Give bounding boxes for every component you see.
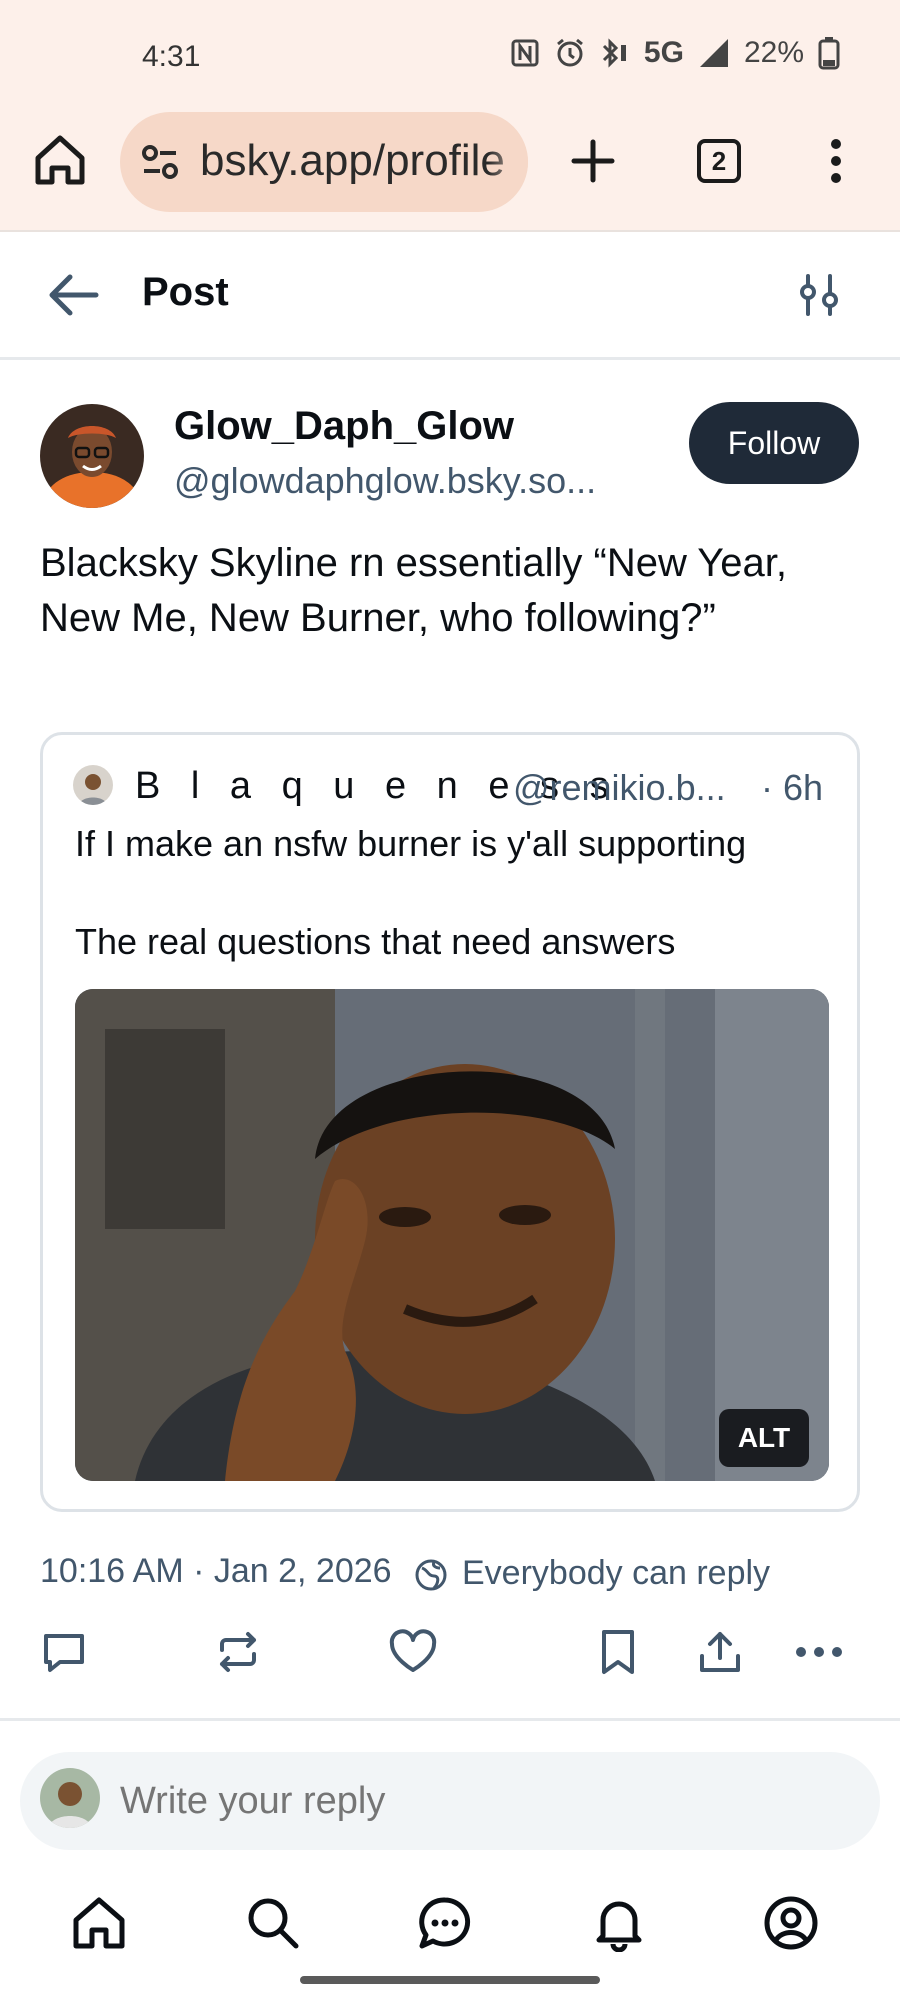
battery-label: 22% bbox=[743, 36, 804, 69]
thread-settings-icon[interactable] bbox=[796, 272, 842, 318]
network-label: 5G bbox=[643, 36, 684, 69]
page-title: Post bbox=[142, 270, 229, 314]
quote-author-avatar bbox=[73, 765, 113, 805]
author-avatar[interactable] bbox=[40, 404, 144, 508]
battery-icon bbox=[818, 37, 840, 70]
alarm-icon bbox=[556, 38, 583, 67]
more-icon[interactable] bbox=[794, 1628, 844, 1676]
nfc-icon bbox=[511, 39, 539, 67]
alt-text-badge[interactable]: ALT bbox=[719, 1409, 809, 1467]
new-tab-icon[interactable] bbox=[570, 138, 616, 184]
notifications-icon[interactable] bbox=[590, 1894, 648, 1952]
follow-button[interactable]: Follow bbox=[689, 402, 859, 484]
home-icon[interactable] bbox=[70, 1894, 128, 1952]
url-text: bsky.app/profile bbox=[200, 136, 505, 185]
site-settings-icon[interactable] bbox=[140, 142, 180, 182]
quote-author-handle: @remikio.b... bbox=[513, 767, 726, 808]
back-arrow-icon[interactable] bbox=[46, 272, 100, 318]
tab-switcher-button[interactable]: 2 bbox=[697, 139, 741, 183]
search-icon[interactable] bbox=[244, 1894, 302, 1952]
quote-image[interactable]: ALT bbox=[75, 989, 829, 1481]
quote-text-line: If I make an nsfw burner is y'all suppor… bbox=[75, 823, 747, 864]
bookmark-icon[interactable] bbox=[596, 1628, 640, 1676]
author-handle[interactable]: @glowdaphglow.bsky.so... bbox=[174, 460, 596, 502]
home-indicator[interactable] bbox=[300, 1976, 600, 1984]
share-icon[interactable] bbox=[696, 1628, 744, 1676]
profile-icon[interactable] bbox=[762, 1894, 820, 1952]
globe-icon bbox=[415, 1559, 447, 1591]
reply-input[interactable] bbox=[120, 1780, 820, 1823]
post-timestamp: 10:16 AM · Jan 2, 2026 bbox=[40, 1552, 392, 1590]
post-text: Blacksky Skyline rn essentially “New Yea… bbox=[40, 541, 787, 640]
quote-text-line: The real questions that need answers bbox=[75, 921, 676, 962]
status-time: 4:31 bbox=[142, 40, 201, 73]
like-icon[interactable] bbox=[388, 1628, 438, 1676]
user-avatar bbox=[40, 1768, 100, 1828]
reply-setting[interactable]: Everybody can reply bbox=[462, 1554, 770, 1593]
divider bbox=[0, 1718, 900, 1721]
repost-icon[interactable] bbox=[214, 1628, 262, 1676]
signal-icon bbox=[699, 39, 728, 67]
chat-icon[interactable] bbox=[416, 1894, 474, 1952]
browser-home-icon[interactable] bbox=[32, 132, 88, 188]
url-fade bbox=[488, 112, 528, 212]
quoted-post[interactable]: B l a q u e n e s s @remikio.b... · 6h I… bbox=[40, 732, 860, 1512]
url-bar[interactable]: bsky.app/profile bbox=[120, 112, 528, 212]
browser-chrome: 4:31 5G 22% bsky.app/profile 2 bbox=[0, 0, 900, 232]
bluetooth-vibrate-icon bbox=[602, 38, 626, 68]
browser-menu-icon[interactable] bbox=[826, 138, 846, 184]
reply-composer[interactable] bbox=[20, 1752, 880, 1850]
quote-time: · 6h bbox=[761, 767, 824, 808]
reply-icon[interactable] bbox=[40, 1628, 88, 1676]
author-name[interactable]: Glow_Daph_Glow bbox=[174, 404, 514, 449]
post-header: Post bbox=[0, 232, 900, 360]
status-icons: 5G 22% bbox=[510, 36, 840, 70]
